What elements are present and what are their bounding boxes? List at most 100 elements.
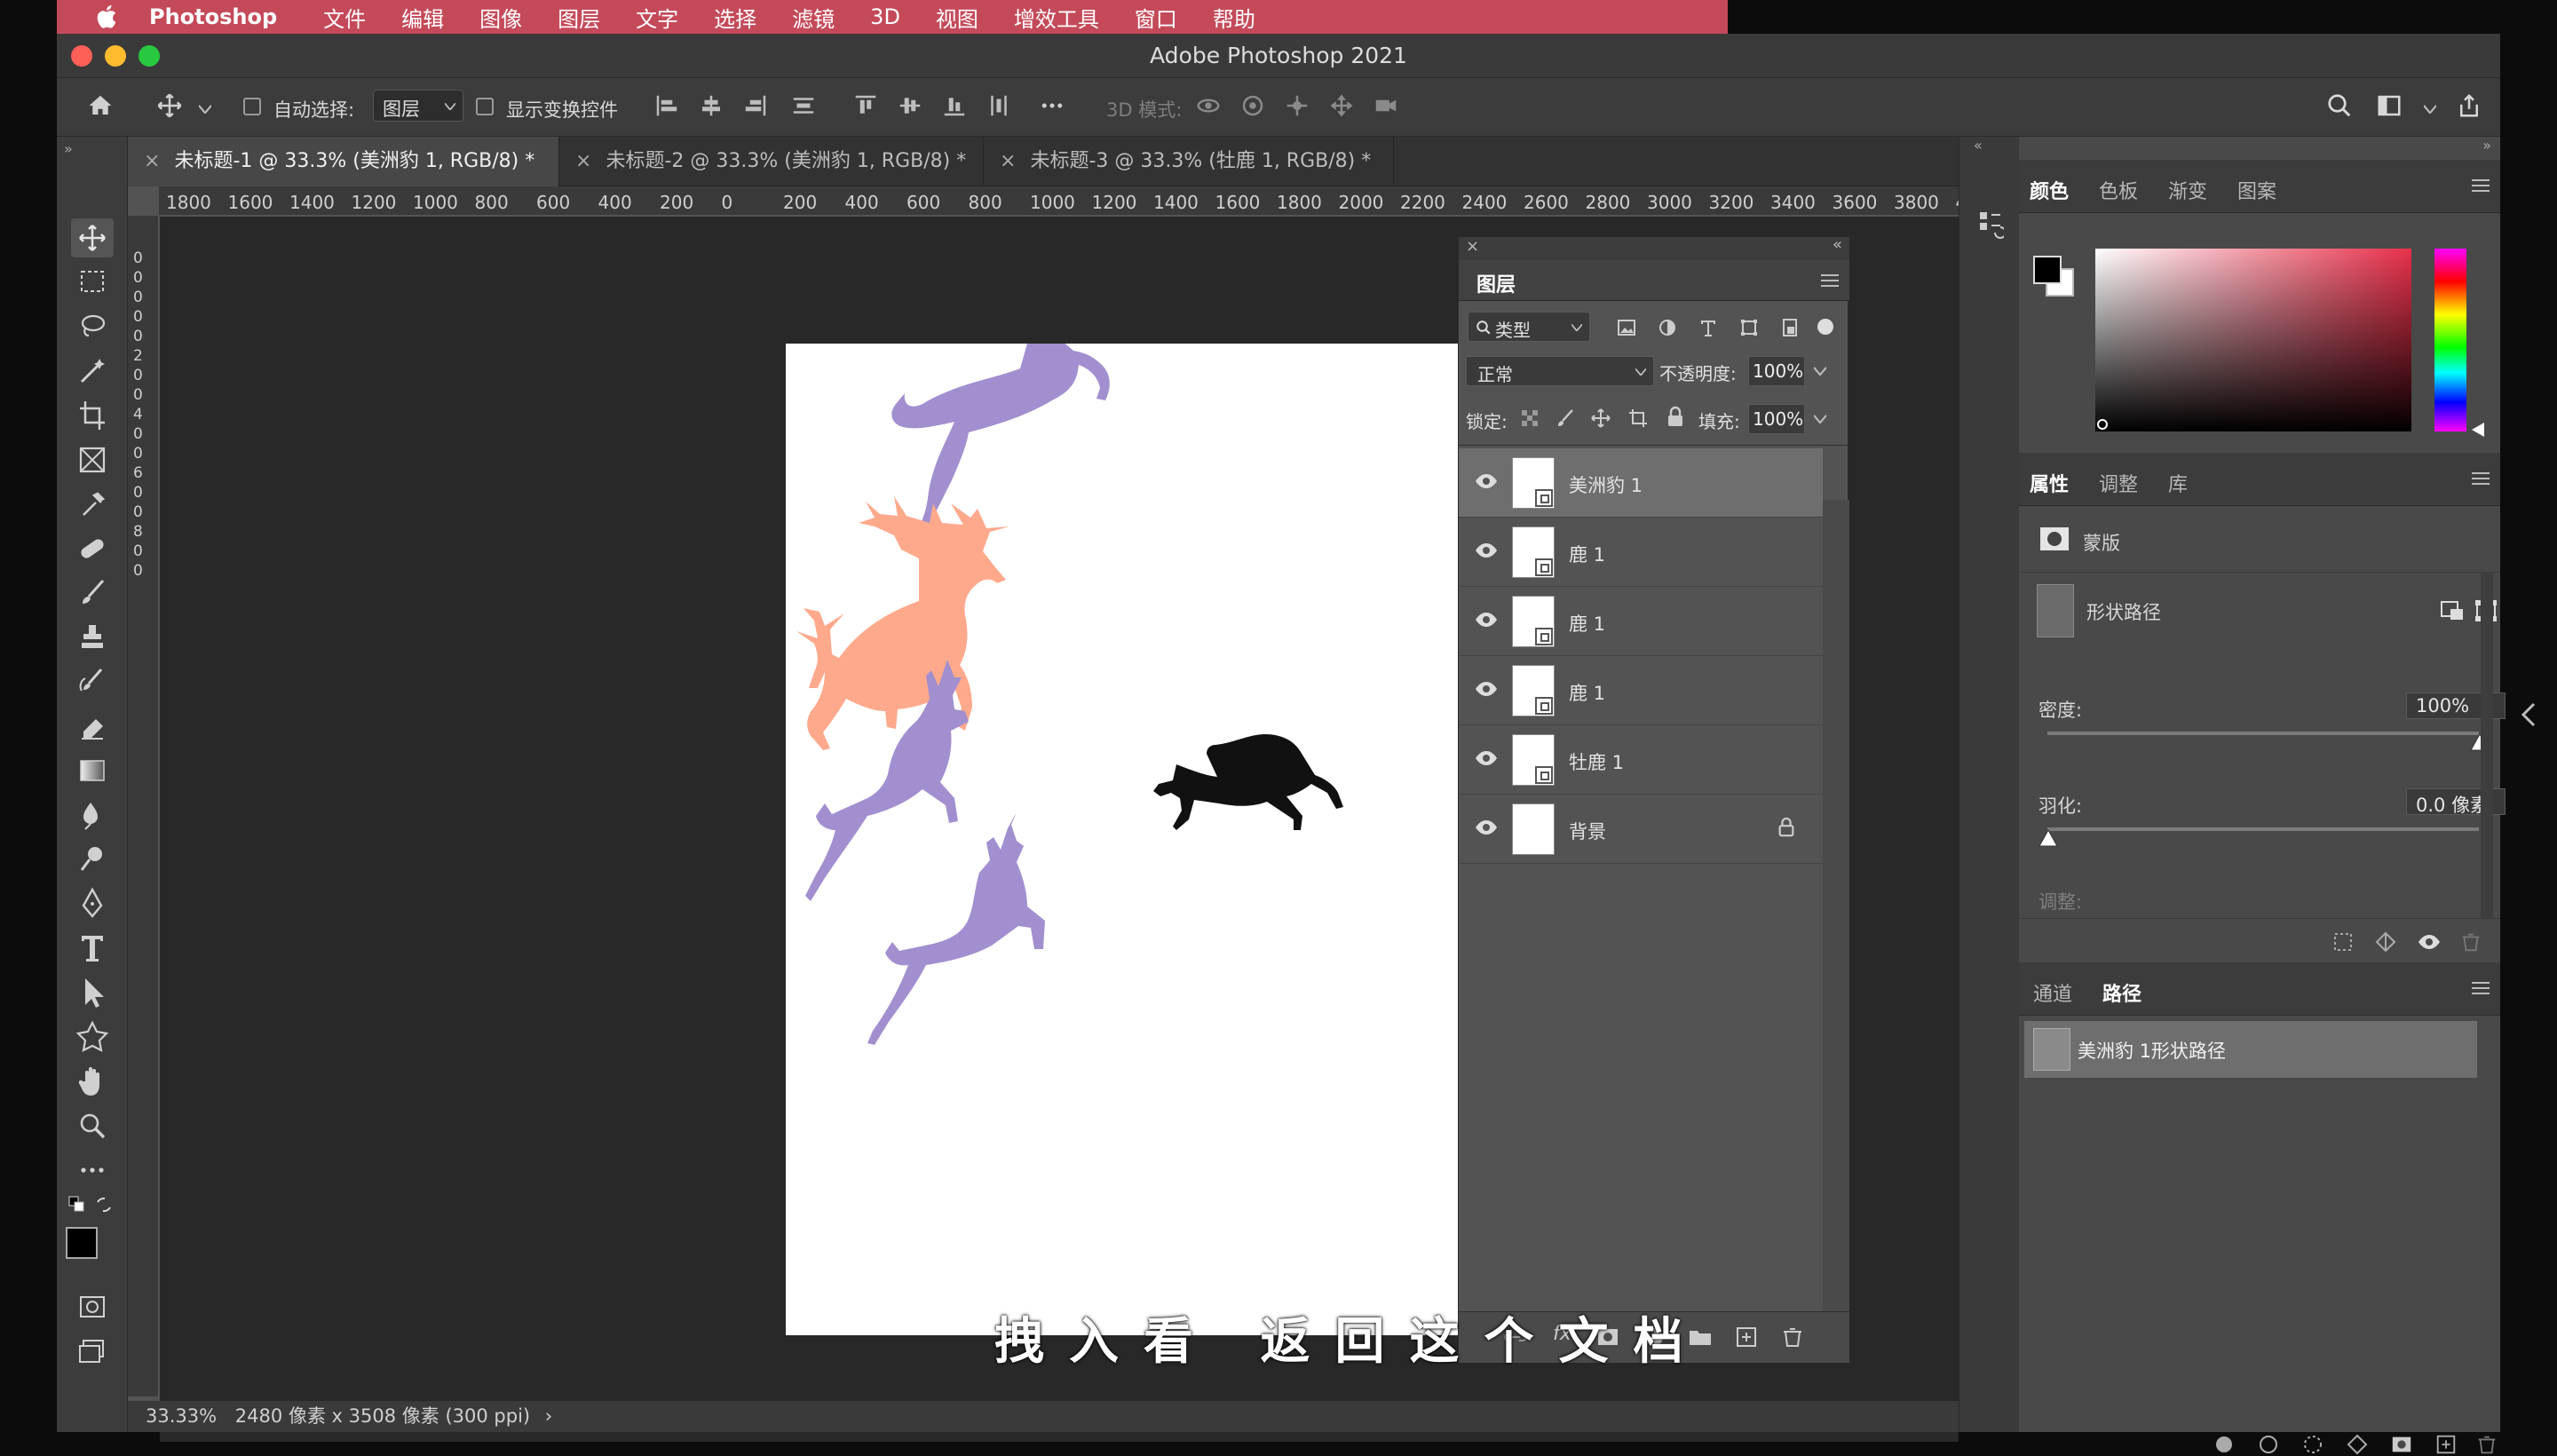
filter-smart-object-icon[interactable] [1778,317,1801,338]
tab-libraries[interactable]: 库 [2168,469,2188,497]
lock-image-icon[interactable] [1555,408,1576,429]
distribute-v-icon[interactable] [790,92,817,119]
path-row[interactable]: 美洲豹 1形状路径 [2024,1021,2477,1078]
path-selection-tool-icon[interactable] [71,973,114,1012]
stag-shape[interactable] [796,496,1009,750]
search-icon[interactable] [2326,92,2353,119]
close-tab-icon[interactable]: × [144,150,160,172]
more-tools-icon[interactable] [71,1151,114,1190]
filter-shape-icon[interactable] [1738,317,1761,338]
tab-properties[interactable]: 属性 [2030,469,2069,497]
history-panel-icon[interactable] [1977,210,2004,240]
tab-color[interactable]: 颜色 [2030,176,2069,204]
status-chevron-icon[interactable]: › [545,1405,552,1427]
apple-icon[interactable] [92,2,123,32]
visibility-eye-icon[interactable] [1475,471,1498,491]
collapse-panels-icon[interactable]: » [2482,137,2491,154]
tab-swatches[interactable]: 色板 [2099,176,2138,204]
move-tool-icon[interactable] [156,92,183,119]
tab-paths[interactable]: 路径 [2102,978,2141,1007]
tab-document-2[interactable]: × 未标题-2 @ 33.3% (美洲豹 1, RGB/8) * [559,137,984,186]
visibility-eye-icon[interactable] [1475,610,1498,629]
visibility-eye-icon[interactable] [1475,679,1498,699]
menu-image[interactable]: 图像 [479,2,522,33]
align-bottom-icon[interactable] [941,92,968,119]
menu-view[interactable]: 视图 [936,2,978,33]
hue-slider[interactable] [2434,249,2466,431]
menu-window[interactable]: 窗口 [1135,2,1177,33]
fill-field[interactable]: 100% [1748,404,1805,434]
document-canvas[interactable] [786,324,1489,1335]
menu-help[interactable]: 帮助 [1213,2,1255,33]
quick-mask-icon[interactable] [71,1287,114,1326]
add-mask-icon[interactable] [2390,1433,2413,1456]
brush-tool-icon[interactable] [71,574,114,613]
tab-gradients[interactable]: 渐变 [2168,176,2207,204]
opacity-field[interactable]: 100% [1748,356,1805,386]
pen-tool-icon[interactable] [71,884,114,923]
delete-mask-icon[interactable] [2459,930,2482,954]
layer-row-deer-2[interactable]: 鹿 1 [1459,587,1823,656]
lock-transparent-icon[interactable] [1519,408,1540,429]
deer-shape-bottom[interactable] [867,812,1045,1045]
collapse-dock-icon[interactable]: « [1974,137,1983,154]
zoom-tool-icon[interactable] [71,1106,114,1145]
menu-edit[interactable]: 编辑 [401,2,444,33]
3d-pan-icon[interactable] [1284,92,1310,119]
gradient-tool-icon[interactable] [71,751,114,790]
lock-icon[interactable] [1777,816,1796,839]
layer-row-panther[interactable]: 美洲豹 1 [1459,448,1823,518]
collapse-toolbar-icon[interactable]: » [64,140,73,157]
align-left-icon[interactable] [653,92,680,119]
eyedropper-tool-icon[interactable] [71,485,114,524]
layer-row-deer-1[interactable]: 鹿 1 [1459,518,1823,587]
delete-layer-icon[interactable] [1780,1326,1805,1348]
filter-pixel-icon[interactable] [1615,317,1638,338]
hue-slider-handle-icon[interactable] [2472,423,2484,437]
select-mask-icon[interactable] [2440,598,2466,623]
panel-menu-icon[interactable] [2472,982,2490,994]
dodge-tool-icon[interactable] [71,840,114,879]
collapse-panel-icon[interactable]: « [1833,235,1842,254]
screen-mode-icon[interactable] [71,1332,114,1371]
close-tab-icon[interactable]: × [1000,150,1016,172]
chevron-down-icon[interactable] [1814,415,1826,423]
document-info[interactable]: 2480 像素 x 3508 像素 (300 ppi) [235,1405,530,1427]
blur-tool-icon[interactable] [71,795,114,835]
distribute-h-icon[interactable] [986,92,1012,119]
auto-select-checkbox[interactable] [243,98,261,115]
lock-position-icon[interactable] [1590,408,1611,429]
align-right-icon[interactable] [742,92,769,119]
visibility-eye-icon[interactable] [1475,818,1498,837]
frame-tool-icon[interactable] [71,440,114,479]
menu-app-name[interactable]: Photoshop [149,4,277,29]
chevron-down-icon[interactable] [2424,105,2436,114]
close-panel-icon[interactable]: × [1466,237,1479,256]
show-transform-checkbox[interactable] [476,98,494,115]
color-picker-field[interactable] [2095,249,2411,431]
3d-roll-icon[interactable] [1239,92,1266,119]
path-to-selection-icon[interactable] [2301,1433,2324,1456]
swap-colors-icon[interactable] [94,1195,114,1215]
tab-patterns[interactable]: 图案 [2237,176,2276,204]
foreground-color-swatch[interactable] [2033,256,2062,284]
chevron-left-icon[interactable] [2520,701,2537,728]
3d-camera-icon[interactable] [1373,92,1399,119]
move-tool-icon[interactable] [71,218,114,257]
foreground-color-swatch[interactable] [66,1227,98,1259]
chevron-down-icon[interactable] [199,105,211,114]
properties-scrollbar[interactable] [2481,572,2493,918]
apply-mask-icon[interactable] [2374,930,2397,954]
menu-3d[interactable]: 3D [870,4,900,29]
layer-filter-dropdown[interactable]: 类型 [1468,312,1590,342]
blend-mode-dropdown[interactable]: 正常 [1466,356,1654,386]
history-brush-tool-icon[interactable] [71,662,114,701]
default-colors-icon[interactable] [67,1195,87,1215]
layer-row-deer-3[interactable]: 鹿 1 [1459,656,1823,725]
type-tool-icon[interactable] [71,929,114,968]
menu-filter[interactable]: 滤镜 [792,2,835,33]
panel-menu-icon[interactable] [2472,179,2490,192]
menu-file[interactable]: 文件 [323,2,366,33]
feather-slider[interactable] [2047,827,2479,831]
menu-select[interactable]: 选择 [714,2,756,33]
